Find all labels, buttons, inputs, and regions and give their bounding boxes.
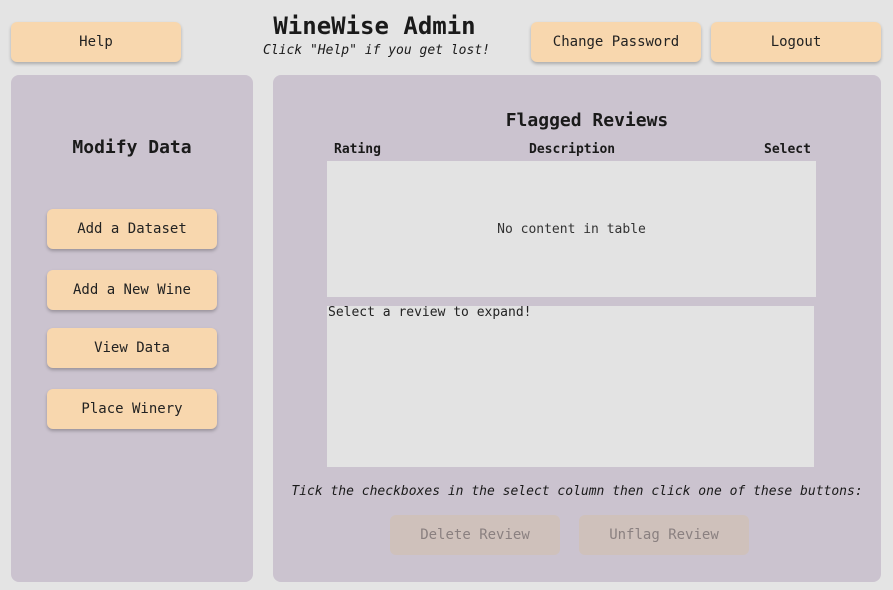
modify-data-panel: Modify Data Add a Dataset Add a New Wine… bbox=[11, 75, 253, 582]
unflag-review-button[interactable]: Unflag Review bbox=[579, 515, 749, 555]
change-password-button[interactable]: Change Password bbox=[531, 22, 701, 62]
flagged-reviews-heading: Flagged Reviews bbox=[505, 110, 669, 131]
column-header-description[interactable]: Description bbox=[529, 142, 615, 157]
column-header-select[interactable]: Select bbox=[764, 142, 811, 157]
delete-review-button[interactable]: Delete Review bbox=[390, 515, 560, 555]
help-button[interactable]: Help bbox=[11, 22, 181, 62]
flagged-reviews-panel: Flagged Reviews Rating Description Selec… bbox=[273, 75, 881, 582]
column-header-rating[interactable]: Rating bbox=[334, 142, 381, 157]
app-title: WineWise Admin bbox=[273, 12, 476, 40]
app-subtitle: Click "Help" if you get lost! bbox=[263, 43, 490, 58]
place-winery-button[interactable]: Place Winery bbox=[47, 389, 217, 429]
add-new-wine-button[interactable]: Add a New Wine bbox=[47, 270, 217, 310]
instruction-text: Tick the checkboxes in the select column… bbox=[291, 484, 863, 499]
add-dataset-button[interactable]: Add a Dataset bbox=[47, 209, 217, 249]
empty-table-message: No content in table bbox=[497, 221, 646, 237]
logout-button[interactable]: Logout bbox=[711, 22, 881, 62]
review-expand-area[interactable]: Select a review to expand! bbox=[327, 306, 814, 467]
modify-data-heading: Modify Data bbox=[72, 137, 192, 158]
flagged-reviews-table[interactable]: No content in table bbox=[327, 161, 816, 297]
view-data-button[interactable]: View Data bbox=[47, 328, 217, 368]
